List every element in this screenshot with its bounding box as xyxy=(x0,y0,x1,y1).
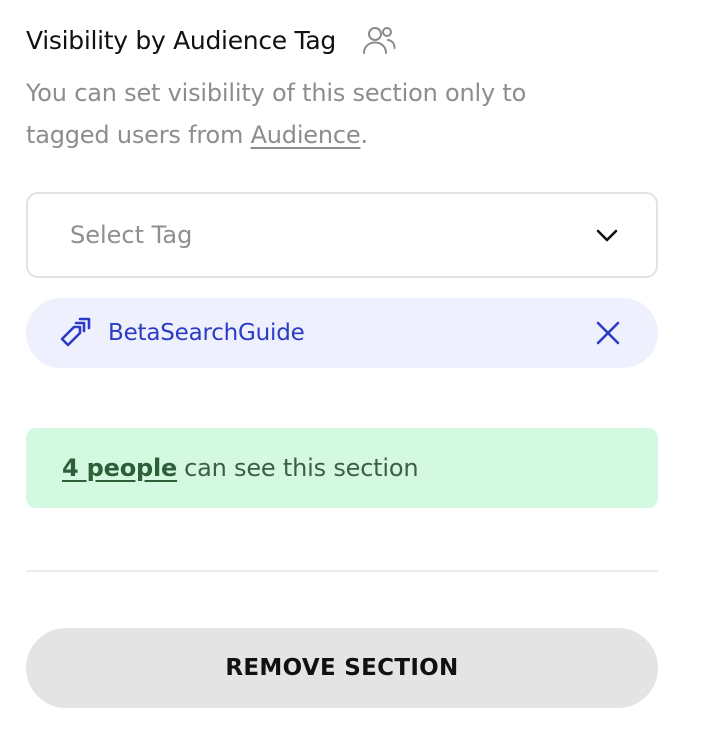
divider xyxy=(26,570,658,572)
tag-icon xyxy=(58,315,94,351)
tag-select-placeholder: Select Tag xyxy=(70,221,193,249)
tag-label: BetaSearchGuide xyxy=(108,320,305,346)
section-description: You can set visibility of this section o… xyxy=(26,72,586,156)
section-header: Visibility by Audience Tag xyxy=(26,20,396,60)
description-end: . xyxy=(360,121,368,149)
audience-summary: 4 people can see this section xyxy=(26,428,658,508)
visibility-panel: Visibility by Audience Tag You can set v… xyxy=(0,0,716,732)
section-title: Visibility by Audience Tag xyxy=(26,25,336,55)
selected-tag-chip: BetaSearchGuide xyxy=(26,298,658,368)
close-icon[interactable] xyxy=(594,319,622,347)
audience-summary-text: can see this section xyxy=(184,454,419,482)
tag-select[interactable]: Select Tag xyxy=(26,192,658,278)
people-count-link[interactable]: 4 people xyxy=(62,454,177,482)
remove-section-button[interactable]: REMOVE SECTION xyxy=(26,628,658,708)
users-icon xyxy=(362,23,396,57)
audience-link[interactable]: Audience xyxy=(251,121,361,149)
chevron-down-icon xyxy=(594,222,620,248)
